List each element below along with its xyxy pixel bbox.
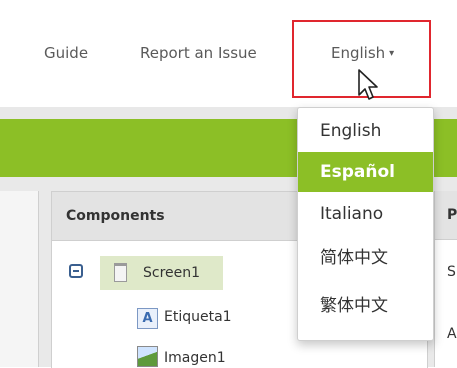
language-option-italiano[interactable]: Italiano	[298, 194, 433, 234]
tree-item-label: Screen1	[143, 265, 201, 281]
language-option-traditional-chinese[interactable]: 繁体中文	[298, 286, 433, 326]
properties-title: P	[447, 207, 457, 223]
language-option-english[interactable]: English	[298, 111, 433, 151]
property-label: A	[447, 326, 457, 342]
components-title: Components	[66, 208, 165, 224]
label-component-icon: A	[137, 308, 158, 329]
language-option-espanol[interactable]: Español	[298, 152, 433, 192]
tree-item-label: Imagen1	[164, 350, 226, 366]
language-dropdown-menu: English Español Italiano 简体中文 繁体中文	[297, 107, 434, 341]
image-component-icon	[137, 346, 158, 367]
cursor-arrow-icon	[358, 69, 378, 100]
nav-guide-link[interactable]: Guide	[44, 44, 88, 62]
collapse-toggle-icon[interactable]	[69, 264, 83, 278]
screen-icon	[114, 263, 127, 282]
properties-panel-header: P	[435, 191, 457, 240]
properties-panel: P S A	[434, 191, 457, 367]
tree-item-label: Etiqueta1	[164, 309, 232, 325]
palette-panel	[0, 191, 39, 367]
language-option-simplified-chinese[interactable]: 简体中文	[298, 238, 433, 278]
tree-item-screen1[interactable]: Screen1	[100, 256, 223, 290]
property-label: S	[447, 264, 456, 280]
nav-report-issue-link[interactable]: Report an Issue	[140, 44, 257, 62]
